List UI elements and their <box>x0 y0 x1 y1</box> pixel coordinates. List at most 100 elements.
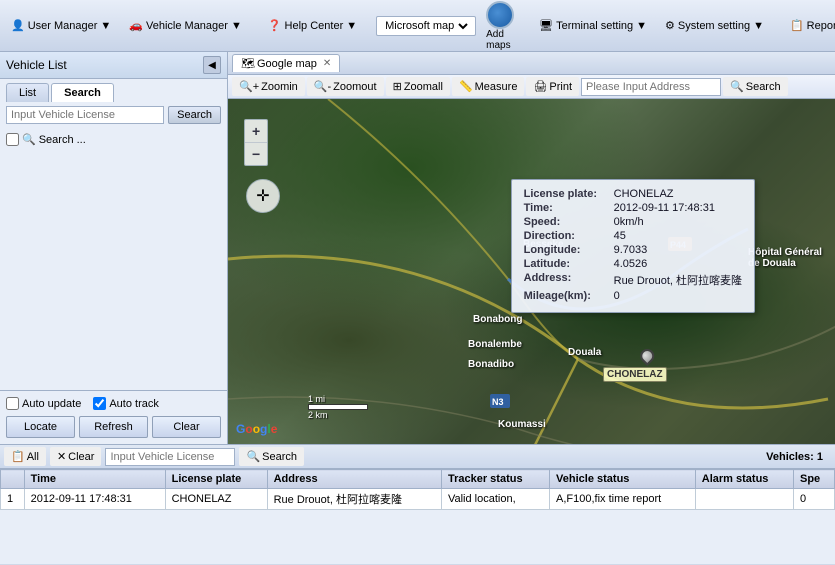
google-logo: Google <box>236 422 277 436</box>
tab-list[interactable]: List <box>6 83 49 102</box>
zoomin-button[interactable]: 🔍+ Zoomin <box>232 77 305 96</box>
zoom-controls[interactable]: + − <box>244 119 268 166</box>
vehicle-license-input[interactable] <box>6 106 164 124</box>
user-manager-menu[interactable]: 👤 User Manager ▼ <box>4 16 118 35</box>
vehicle-manager-label: Vehicle Manager <box>146 20 228 32</box>
map-tabs: 🗺 Google map ✕ <box>228 52 835 75</box>
longitude-label: Longitude: <box>524 244 614 256</box>
bottom-search-input[interactable] <box>105 448 235 466</box>
vehicle-info-popup: License plate: CHONELAZ Time: 2012-09-11… <box>511 179 755 313</box>
vehicles-count: Vehicles: 1 <box>758 449 831 465</box>
vehicle-icon: 🚗 <box>129 19 143 32</box>
help-center-label: Help Center <box>285 20 344 32</box>
col-time: Time <box>24 470 165 489</box>
zoomall-icon: ⊞ <box>393 80 402 93</box>
collapse-button[interactable]: ◀ <box>203 56 221 74</box>
speed-value: 0km/h <box>614 216 644 228</box>
terminal-setting-label: Terminal setting <box>556 20 633 32</box>
add-maps-label: Add maps <box>486 29 514 51</box>
zoomin-icon: 🔍+ <box>239 80 259 93</box>
col-license: License plate <box>165 470 267 489</box>
table-row[interactable]: 1 2012-09-11 17:48:31 CHONELAZ Rue Drouo… <box>1 489 835 510</box>
map-search-button[interactable]: 🔍 Search <box>723 77 788 96</box>
auto-update-checkbox[interactable] <box>6 397 19 410</box>
col-alarm: Alarm status <box>695 470 793 489</box>
latitude-label: Latitude: <box>524 258 614 270</box>
col-address: Address <box>267 470 441 489</box>
tree-item[interactable]: 🔍 Search ... <box>6 132 221 147</box>
left-search-button[interactable]: Search <box>168 106 221 124</box>
cell-time: 2012-09-11 17:48:31 <box>24 489 165 510</box>
system-setting-label: System setting <box>678 20 750 32</box>
auto-update-label[interactable]: Auto update <box>6 397 81 410</box>
auto-track-checkbox[interactable] <box>93 397 106 410</box>
measure-icon: 📏 <box>459 80 473 93</box>
dropdown-icon: ▼ <box>753 20 764 32</box>
terminal-setting-menu[interactable]: 🖥 Terminal setting ▼ <box>532 16 654 35</box>
dropdown-icon: ▼ <box>346 20 357 32</box>
cell-tracker-status: Valid location, <box>441 489 549 510</box>
license-label: License plate: <box>524 188 614 200</box>
zoom-out-button[interactable]: − <box>245 143 267 165</box>
info-address-row: Address: Rue Drouot, 杜阿拉喀麦隆 <box>524 272 742 288</box>
print-button[interactable]: 🖨 Print <box>526 77 579 96</box>
dropdown-icon: ▼ <box>231 20 242 32</box>
map-select-dropdown[interactable]: Microsoft map Google map <box>381 19 471 33</box>
measure-button[interactable]: 📏 Measure <box>452 77 525 96</box>
list-tab-label: List <box>19 87 36 99</box>
compass[interactable]: ✛ <box>246 179 280 213</box>
print-icon: 🖨 <box>533 80 547 93</box>
table-header-row: Time License plate Address Tracker statu… <box>1 470 835 489</box>
tree-item-icon: 🔍 <box>22 133 36 146</box>
scale-label-bottom: 2 km <box>308 410 368 420</box>
cell-speed: 0 <box>794 489 835 510</box>
all-button[interactable]: 📋 All <box>4 447 46 466</box>
close-tab-icon[interactable]: ✕ <box>323 58 331 69</box>
search-row: Search <box>0 102 227 128</box>
user-icon: 👤 <box>11 19 25 32</box>
zoomall-button[interactable]: ⊞ Zoomall <box>386 77 450 96</box>
info-speed-row: Speed: 0km/h <box>524 216 742 228</box>
locate-button[interactable]: Locate <box>6 416 75 438</box>
clear-button[interactable]: Clear <box>152 416 221 438</box>
map-select-container[interactable]: Microsoft map Google map <box>376 16 476 36</box>
zoomout-icon: 🔍- <box>314 80 331 93</box>
zoom-in-button[interactable]: + <box>245 120 267 143</box>
col-speed: Spe <box>794 470 835 489</box>
action-buttons: Locate Refresh Clear <box>6 416 221 438</box>
map-search-icon: 🔍 <box>730 80 744 93</box>
cell-address: Rue Drouot, 杜阿拉喀麦隆 <box>267 489 441 510</box>
tab-row: List Search <box>0 79 227 102</box>
bottom-toolbar: 📋 All ✕ Clear 🔍 Search Vehicles: 1 <box>0 445 835 469</box>
add-maps-button[interactable]: Add maps <box>480 0 520 53</box>
address-input[interactable] <box>581 78 721 96</box>
google-map-tab[interactable]: 🗺 Google map ✕ <box>232 54 340 72</box>
checkbox-row: Auto update Auto track <box>6 397 221 410</box>
col-vehicle-status: Vehicle status <box>550 470 696 489</box>
bottom-clear-button[interactable]: ✕ Clear <box>50 447 102 466</box>
vehicle-map-label: CHONELAZ <box>603 367 667 382</box>
map-toolbar: 🔍+ Zoomin 🔍- Zoomout ⊞ Zoomall 📏 Measure… <box>228 75 835 99</box>
bottom-search-button[interactable]: 🔍 Search <box>239 447 304 466</box>
system-setting-menu[interactable]: ⚙ System setting ▼ <box>658 16 771 35</box>
vehicle-manager-menu[interactable]: 🚗 Vehicle Manager ▼ <box>122 16 249 35</box>
cell-num: 1 <box>1 489 25 510</box>
zoomout-button[interactable]: 🔍- Zoomout <box>307 77 384 96</box>
svg-text:N3: N3 <box>492 397 504 407</box>
report-center-label: Report Center <box>807 20 835 32</box>
help-center-menu[interactable]: ❓ Help Center ▼ <box>261 16 364 35</box>
refresh-button[interactable]: Refresh <box>79 416 148 438</box>
longitude-value: 9.7033 <box>614 244 648 256</box>
report-center-menu[interactable]: 📋 Report Center ▼ <box>783 16 835 35</box>
all-icon: 📋 <box>11 450 25 463</box>
time-value: 2012-09-11 17:48:31 <box>614 202 715 214</box>
info-license-row: License plate: CHONELAZ <box>524 188 742 200</box>
dropdown-icon: ▼ <box>636 20 647 32</box>
globe-icon <box>486 1 514 29</box>
tab-search[interactable]: Search <box>51 83 114 102</box>
auto-track-label[interactable]: Auto track <box>93 397 159 410</box>
map-viewport[interactable]: N3 P44 Besseke Bonabong Bonalembe Bonadi… <box>228 99 835 444</box>
report-icon: 📋 <box>790 19 804 32</box>
tree-item-checkbox[interactable] <box>6 133 19 146</box>
scale-label-top: 1 mi <box>308 394 368 404</box>
